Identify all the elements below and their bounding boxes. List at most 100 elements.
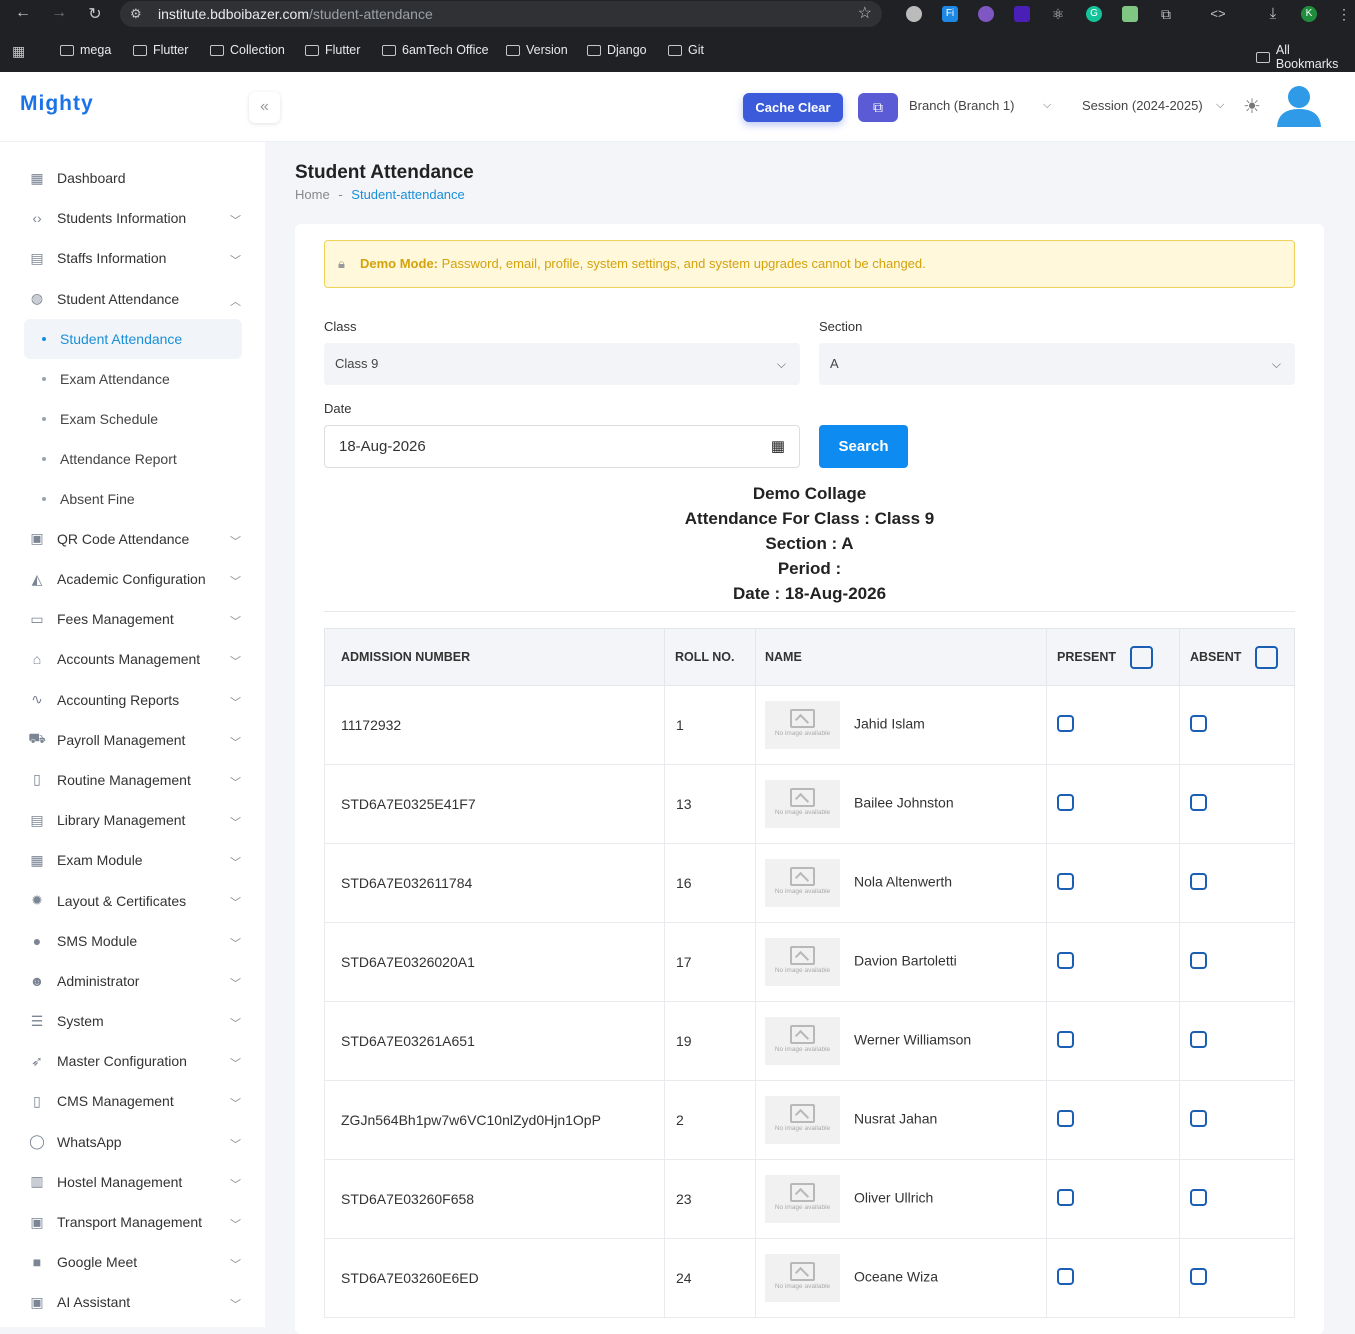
absent-checkbox[interactable]: [1190, 1189, 1207, 1206]
present-checkbox[interactable]: [1057, 794, 1074, 811]
table-row: STD6A7E032611784 16 No image available Nola…: [324, 843, 1295, 923]
sidebar-item-qr-code-attendance[interactable]: ▣ QR Code Attendance ﹀: [0, 519, 265, 559]
external-link-button[interactable]: ⧉: [858, 93, 898, 122]
bookmark-star-icon[interactable]: ☆: [858, 1, 872, 27]
present-checkbox[interactable]: [1057, 952, 1074, 969]
sidebar-item-exam-module[interactable]: ▦ Exam Module ﹀: [0, 840, 265, 880]
sidebar-item-staffs-information[interactable]: ▤ Staffs Information ﹀: [0, 238, 265, 278]
sidebar-item-routine-management[interactable]: ▯ Routine Management ﹀: [0, 760, 265, 800]
attendance-icon: ◍: [30, 290, 44, 307]
devtools-icon[interactable]: <>: [1210, 6, 1226, 22]
sidebar-subitem-exam-attendance[interactable]: Exam Attendance: [0, 359, 265, 399]
absent-checkbox[interactable]: [1190, 794, 1207, 811]
bookmark-collection[interactable]: Collection: [210, 43, 285, 57]
calendar-icon[interactable]: ▦: [771, 426, 785, 467]
present-checkbox[interactable]: [1057, 715, 1074, 732]
extension-1-icon[interactable]: [906, 6, 922, 22]
chevron-down-icon: ﹀: [230, 897, 241, 910]
present-checkbox[interactable]: [1057, 1268, 1074, 1285]
sidebar-item-label: Accounts Management: [57, 651, 201, 668]
branch-select[interactable]: Branch (Branch 1) ⌵: [909, 98, 1059, 113]
absent-checkbox[interactable]: [1190, 715, 1207, 732]
present-checkbox[interactable]: [1057, 873, 1074, 890]
menu-kebab-icon[interactable]: ⋮: [1336, 6, 1352, 22]
sidebar-item-layout-certificates[interactable]: ✹ Layout & Certificates ﹀: [0, 880, 265, 920]
sidebar-item-google-meet[interactable]: ■ Google Meet ﹀: [0, 1242, 265, 1282]
present-checkbox[interactable]: [1057, 1110, 1074, 1127]
sidebar-item-payroll-management[interactable]: ⛟ Payroll Management ﹀: [0, 720, 265, 760]
sidebar-subitem-student-attendance[interactable]: Student Attendance: [24, 318, 242, 359]
bookmark-git[interactable]: Git: [668, 43, 704, 57]
theme-toggle-sun-icon[interactable]: ☀: [1243, 94, 1261, 119]
cache-clear-button[interactable]: Cache Clear: [743, 93, 843, 122]
select-all-present-checkbox[interactable]: [1130, 645, 1154, 669]
sidebar-item-students-information[interactable]: ‹› Students Information ﹀: [0, 198, 265, 238]
forward-icon[interactable]: →: [48, 4, 70, 22]
sidebar-item-whatsapp[interactable]: ◯ WhatsApp ﹀: [0, 1122, 265, 1162]
bookmark-django[interactable]: Django: [587, 43, 647, 57]
present-checkbox[interactable]: [1057, 1031, 1074, 1048]
react-icon[interactable]: ⚛: [1050, 6, 1066, 22]
all-bookmarks[interactable]: All Bookmarks: [1256, 43, 1355, 71]
sidebar-item-sms-module[interactable]: ● SMS Module ﹀: [0, 921, 265, 961]
sidebar-item-hostel-management[interactable]: ▥ Hostel Management ﹀: [0, 1162, 265, 1202]
sidebar-item-fees-management[interactable]: ▭ Fees Management ﹀: [0, 599, 265, 639]
sidebar-item-accounting-reports[interactable]: ∿ Accounting Reports ﹀: [0, 680, 265, 720]
breadcrumb-home[interactable]: Home: [295, 187, 330, 202]
app-logo[interactable]: Mighty: [20, 92, 94, 116]
rocket-icon: ➶: [31, 1052, 43, 1069]
sidebar-subitem-attendance-report[interactable]: Attendance Report: [0, 439, 265, 479]
sidebar-item-label: Master Configuration: [57, 1053, 187, 1070]
admission-number-cell: STD6A7E03260F658: [324, 1159, 665, 1239]
sidebar-item-cms-management[interactable]: ▯ CMS Management ﹀: [0, 1081, 265, 1121]
bookmark-flutter[interactable]: Flutter: [133, 43, 188, 57]
absent-checkbox[interactable]: [1190, 873, 1207, 890]
sidebar-item-administrator[interactable]: ☻ Administrator ﹀: [0, 961, 265, 1001]
sidebar-item-system[interactable]: ☰ System ﹀: [0, 1001, 265, 1041]
select-all-absent-checkbox[interactable]: [1255, 645, 1279, 669]
sidebar-subitem-exam-schedule[interactable]: Exam Schedule: [0, 399, 265, 439]
camera-extension-icon[interactable]: [1122, 6, 1138, 22]
bookmark-version[interactable]: Version: [506, 43, 568, 57]
collapse-sidebar-button[interactable]: «: [249, 92, 280, 123]
address-bar[interactable]: ⚙ institute.bdboibazer.com/student-atten…: [120, 1, 882, 27]
sidebar-item-academic-configuration[interactable]: ◭ Academic Configuration ﹀: [0, 559, 265, 599]
folder-icon: [210, 44, 224, 56]
reload-icon[interactable]: ↻: [84, 4, 106, 24]
extension-fi-icon[interactable]: Fi: [942, 6, 958, 22]
absent-checkbox[interactable]: [1190, 1110, 1207, 1127]
bookmark-6amtech[interactable]: 6amTech Office: [382, 43, 489, 57]
sidebar-item-master-configuration[interactable]: ➶ Master Configuration ﹀: [0, 1041, 265, 1081]
absent-checkbox[interactable]: [1190, 1268, 1207, 1285]
user-avatar[interactable]: [1276, 85, 1322, 127]
sidebar-subitem-absent-fine[interactable]: Absent Fine: [0, 479, 265, 519]
back-icon[interactable]: ←: [12, 4, 34, 22]
sidebar-item-transport-management[interactable]: ▣ Transport Management ﹀: [0, 1202, 265, 1242]
sidebar-item-dashboard[interactable]: ▦ Dashboard: [0, 158, 265, 198]
session-select[interactable]: Session (2024-2025) ⌵: [1082, 98, 1232, 113]
sidebar-item-ai-assistant[interactable]: ▣ AI Assistant ﹀: [0, 1282, 265, 1322]
header-absent: Absent: [1179, 628, 1295, 686]
download-icon[interactable]: ⤓: [1265, 6, 1281, 22]
sidebar-item-student-attendance[interactable]: ◍ Student Attendance ︿: [0, 279, 265, 319]
absent-checkbox[interactable]: [1190, 1031, 1207, 1048]
profile-avatar[interactable]: K: [1301, 6, 1317, 22]
grammarly-icon[interactable]: G: [1086, 6, 1102, 22]
sidebar-item-accounts-management[interactable]: ⌂ Accounts Management ﹀: [0, 639, 265, 679]
extension-3-icon[interactable]: [1014, 6, 1030, 22]
class-select[interactable]: Class 9 ⌵: [324, 343, 800, 385]
extension-2-icon[interactable]: [978, 6, 994, 22]
puzzle-icon[interactable]: ⧉: [1158, 6, 1174, 22]
bookmark-flutter-2[interactable]: Flutter: [305, 43, 360, 57]
sidebar-item-library-management[interactable]: ▤ Library Management ﹀: [0, 800, 265, 840]
date-input[interactable]: 18-Aug-2026 ▦: [324, 425, 800, 468]
site-info-icon[interactable]: ⚙: [130, 1, 142, 27]
present-checkbox[interactable]: [1057, 1189, 1074, 1206]
bookmark-mega[interactable]: mega: [60, 43, 111, 57]
admission-number-cell: STD6A7E0326020A1: [324, 922, 665, 1002]
search-button[interactable]: Search: [819, 425, 908, 468]
sidebar-item-label: CMS Management: [57, 1093, 174, 1110]
section-select[interactable]: A ⌵: [819, 343, 1295, 385]
absent-checkbox[interactable]: [1190, 952, 1207, 969]
apps-grid-icon[interactable]: ▦: [12, 43, 25, 60]
